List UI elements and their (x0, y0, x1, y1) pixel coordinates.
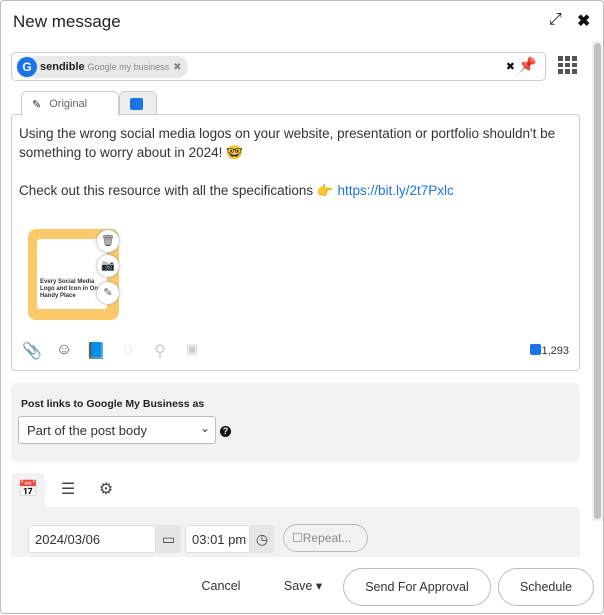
tab-list[interactable]: ☰ (51, 473, 85, 508)
gmb-link-options: Post links to Google My Business as Part… (11, 383, 580, 462)
date-input[interactable]: 2024/03/06 (28, 525, 156, 553)
pencil-icon[interactable]: ✎ (97, 282, 119, 304)
account-chip: G sendible Google my business ✖ (16, 56, 188, 78)
pencil-icon: ✎ (32, 98, 42, 111)
camera-icon[interactable]: 📷 (97, 255, 119, 277)
save-label: Save (283, 579, 313, 593)
emoji-icon[interactable]: ☺ (54, 341, 74, 361)
help-icon[interactable]: ? (220, 426, 231, 437)
account-name: sendible (40, 61, 85, 73)
chevron-down-icon: ⌄ (199, 421, 210, 435)
scrollbar[interactable] (592, 41, 603, 521)
gmb-link-select[interactable]: Part of the post body ⌄ (18, 416, 216, 444)
expand-arrows-icon[interactable]: ⤢ (549, 11, 562, 29)
account-service: Google my business (87, 62, 170, 72)
send-for-approval-button[interactable]: Send For Approval (343, 568, 491, 606)
google-my-business-icon (530, 344, 542, 355)
dialog-title: New message (13, 12, 121, 31)
cancel-button[interactable]: Cancel (191, 568, 251, 606)
gmb-label: Post links to Google My Business as (21, 398, 205, 410)
close-x-icon[interactable]: ✖ (577, 11, 590, 31)
repeat-label: Repeat... (302, 531, 352, 545)
schedule-button[interactable]: Schedule (498, 568, 594, 606)
time-input[interactable]: 03:01 pm (185, 525, 250, 553)
editor-toolbar: 📎 ☺ 📘 ◌ ⚲ ▣ (22, 341, 202, 361)
google-my-business-icon (130, 97, 143, 110)
save-button[interactable]: Save ▾ (273, 568, 333, 606)
post-link[interactable]: https://bit.ly/2t7Pxlc (337, 183, 453, 198)
image-caption: Every Social Media Logo and Icon in One … (37, 239, 107, 309)
count-value: 1,293 (541, 345, 569, 357)
image-attachment[interactable]: Every Social Media Logo and Icon in One … (28, 229, 119, 320)
location-pin-icon[interactable]: ⚲ (150, 341, 170, 361)
paperclip-icon[interactable]: 📎 (22, 341, 42, 361)
calendar-icon: 📅 (18, 481, 38, 498)
account-selector[interactable]: G sendible Google my business ✖ ✖ 📌 (11, 52, 546, 81)
selected-value: Part of the post body (27, 423, 147, 438)
tab-schedule-calendar[interactable]: 📅 (11, 473, 45, 508)
list-icon: ☰ (60, 481, 76, 498)
eye-slash-icon[interactable]: ◌ (118, 341, 138, 361)
text-line: Using the wrong social media logos on yo… (19, 126, 556, 160)
message-text[interactable]: Using the wrong social media logos on yo… (19, 124, 574, 200)
message-editor[interactable]: Using the wrong social media logos on yo… (11, 114, 580, 371)
caret-down-icon: ▾ (315, 579, 323, 593)
text-line: Check out this resource with all the spe… (19, 183, 338, 198)
schedule-panel: 2024/03/06 ▭ 03:01 pm ◷ ☐Repeat... (11, 507, 580, 557)
pin-icon[interactable]: 📌 (518, 56, 537, 74)
tab-original[interactable]: ✎ Original (21, 91, 119, 116)
remove-account-icon[interactable]: ✖ (173, 62, 181, 73)
dialog-footer: Cancel Save ▾ Send For Approval Schedule (1, 557, 594, 615)
grid-icon[interactable] (558, 56, 578, 74)
book-icon[interactable]: 📘 (86, 341, 106, 361)
clock-icon[interactable]: ◷ (250, 525, 274, 553)
clear-icon[interactable]: ✖ (506, 60, 515, 73)
tab-label: Original (49, 98, 88, 110)
character-count: 1,293 (530, 344, 569, 357)
repeat-checkbox[interactable]: ☐Repeat... (283, 524, 368, 552)
tab-gmb[interactable] (119, 91, 157, 115)
gear-icon: ⚙ (98, 481, 114, 498)
tab-settings[interactable]: ⚙ (89, 473, 123, 508)
google-avatar: G (17, 57, 37, 77)
trash-icon[interactable]: 🗑 (97, 230, 119, 252)
calendar-icon[interactable]: ▭ (156, 525, 181, 553)
photo-icon[interactable]: ▣ (182, 341, 202, 361)
